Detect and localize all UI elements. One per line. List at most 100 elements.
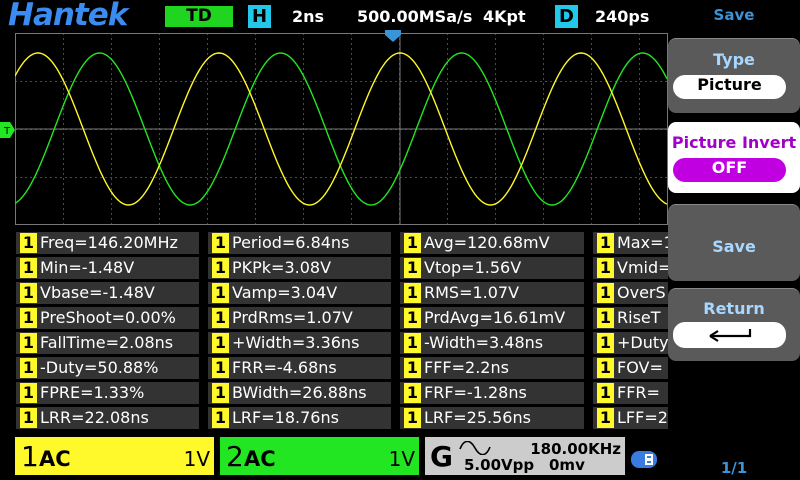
measurement-cell: 1 Vamp=3.04V (208, 282, 391, 304)
measurement-channel-badge: 1 (597, 333, 614, 353)
return-pill (673, 322, 786, 348)
generator-offset: 0mv (549, 456, 585, 474)
measurement-cell: 1 LFF=2 (593, 407, 668, 429)
measurement-cell: 1 +Duty (593, 332, 668, 354)
measurement-cell: 1 Vbase=-1.48V (16, 282, 199, 304)
measurement-cell: 1 Freq=146.20MHz (16, 232, 199, 254)
measurement-cell: 1 FallTime=2.08ns (16, 332, 199, 354)
save-label: Save (712, 237, 756, 256)
measurement-channel-badge: 1 (404, 408, 421, 428)
measurement-channel-badge: 1 (597, 358, 614, 378)
menu-title: Save (713, 6, 755, 24)
measurement-value: FOV= (617, 358, 663, 377)
measurement-value: -Duty=50.88% (40, 358, 159, 377)
measurement-cell: 1 FRF=-1.28ns (400, 382, 584, 404)
channel-2-status[interactable]: 2 AC 1V (220, 437, 419, 475)
measurement-channel-badge: 1 (404, 358, 421, 378)
sine-wave-icon (459, 441, 491, 455)
status-bar: Hantek TD H 2ns 500.00MSa/s 4Kpt D 240ps (0, 0, 668, 33)
measurement-cell: 1 LRR=22.08ns (16, 407, 199, 429)
measurement-value: LRF=25.56ns (424, 408, 531, 427)
measurement-channel-badge: 1 (597, 383, 614, 403)
measurement-channel-badge: 1 (404, 308, 421, 328)
measurement-value: BWidth=26.88ns (232, 383, 367, 402)
measurement-channel-badge: 1 (212, 383, 229, 403)
measurement-channel-badge: 1 (597, 308, 614, 328)
measurement-cell: 1 +Width=3.36ns (208, 332, 391, 354)
measurement-channel-badge: 1 (404, 333, 421, 353)
measurement-value: OverS (617, 283, 666, 302)
horizontal-badge: H (248, 5, 271, 28)
measurement-channel-badge: 1 (404, 233, 421, 253)
measurement-value: Avg=120.68mV (424, 233, 550, 252)
measurement-cell: 1 FFF=2.2ns (400, 357, 584, 379)
measurement-value: Vbase=-1.48V (40, 283, 155, 302)
measurement-cell: 1 Avg=120.68mV (400, 232, 584, 254)
measurement-cell: 1 RiseT (593, 307, 668, 329)
measurement-cell: 1 OverS (593, 282, 668, 304)
measurement-cell: 1 LRF=18.76ns (208, 407, 391, 429)
measurement-value: LFF=2 (617, 408, 668, 427)
return-menu-button[interactable]: Return (668, 288, 800, 361)
measurement-channel-badge: 1 (597, 408, 614, 428)
measurement-cell: 1 LRF=25.56ns (400, 407, 584, 429)
measurement-value: PrdRms=1.07V (232, 308, 353, 327)
measurement-value: +Width=3.36ns (232, 333, 360, 352)
measurement-channel-badge: 1 (20, 233, 37, 253)
channel-1-number: 1 (21, 440, 39, 473)
measurement-channel-badge: 1 (404, 258, 421, 278)
delay-badge: D (555, 5, 578, 28)
measurement-channel-badge: 1 (212, 308, 229, 328)
return-arrow-icon (708, 329, 751, 342)
measurement-value: Max=1 (617, 233, 668, 252)
measurement-value: Period=6.84ns (232, 233, 350, 252)
measurement-channel-badge: 1 (20, 358, 37, 378)
measurement-value: LRR=22.08ns (40, 408, 149, 427)
measurement-value: Freq=146.20MHz (40, 233, 178, 252)
measurement-cell: 1 PreShoot=0.00% (16, 307, 199, 329)
measurement-value: -Width=3.48ns (424, 333, 544, 352)
measurement-value: Vmid= (617, 258, 668, 277)
type-label: Type (713, 50, 755, 69)
channel-1-scale: 1V (183, 447, 210, 471)
page-indicator: 1/1 (720, 459, 748, 477)
save-menu-button[interactable]: Save (668, 204, 800, 281)
measurement-channel-badge: 1 (20, 333, 37, 353)
measurement-cell: 1 Vtop=1.56V (400, 257, 584, 279)
channel-1-status[interactable]: 1 AC 1V (15, 437, 214, 475)
svg-text:T: T (3, 126, 11, 137)
measurement-value: RiseT (617, 308, 661, 327)
measurement-channel-badge: 1 (597, 233, 614, 253)
measurement-value: RMS=1.07V (424, 283, 520, 302)
measurement-cell: 1 BWidth=26.88ns (208, 382, 391, 404)
measurement-cell: 1 -Duty=50.88% (16, 357, 199, 379)
measurement-channel-badge: 1 (20, 408, 37, 428)
measurement-cell: 1 Period=6.84ns (208, 232, 391, 254)
trigger-position-marker-icon[interactable] (385, 30, 401, 42)
mode-badge[interactable]: TD (165, 6, 233, 27)
measurement-cell: 1 RMS=1.07V (400, 282, 584, 304)
measurement-cell: 1 FRR=-4.68ns (208, 357, 391, 379)
generator-status[interactable]: G 180.00KHz 5.00Vpp 0mv (425, 437, 625, 475)
measurement-channel-badge: 1 (404, 283, 421, 303)
measurement-value: FRF=-1.28ns (424, 383, 527, 402)
measurement-channel-badge: 1 (212, 283, 229, 303)
delay-readout: 240ps (595, 7, 650, 26)
measurement-value: PKPk=3.08V (232, 258, 332, 277)
channel-2-scale: 1V (388, 447, 415, 471)
waveform-display[interactable] (15, 33, 668, 225)
picture-invert-menu-button[interactable]: Picture Invert OFF (668, 122, 800, 193)
type-value: Picture (673, 75, 786, 99)
measurement-cell: 1 Min=-1.48V (16, 257, 199, 279)
trigger-level-marker-icon[interactable]: T (0, 122, 15, 138)
measurement-value: Vamp=3.04V (232, 283, 338, 302)
measurement-channel-badge: 1 (212, 358, 229, 378)
measurement-channel-badge: 1 (212, 233, 229, 253)
measurement-value: PreShoot=0.00% (40, 308, 176, 327)
measurement-channel-badge: 1 (212, 333, 229, 353)
type-menu-button[interactable]: Type Picture (668, 38, 800, 113)
measurement-cell: 1 -Width=3.48ns (400, 332, 584, 354)
measurement-channel-badge: 1 (597, 258, 614, 278)
channel-1-coupling: AC (39, 447, 71, 471)
measurement-value: FFF=2.2ns (424, 358, 509, 377)
